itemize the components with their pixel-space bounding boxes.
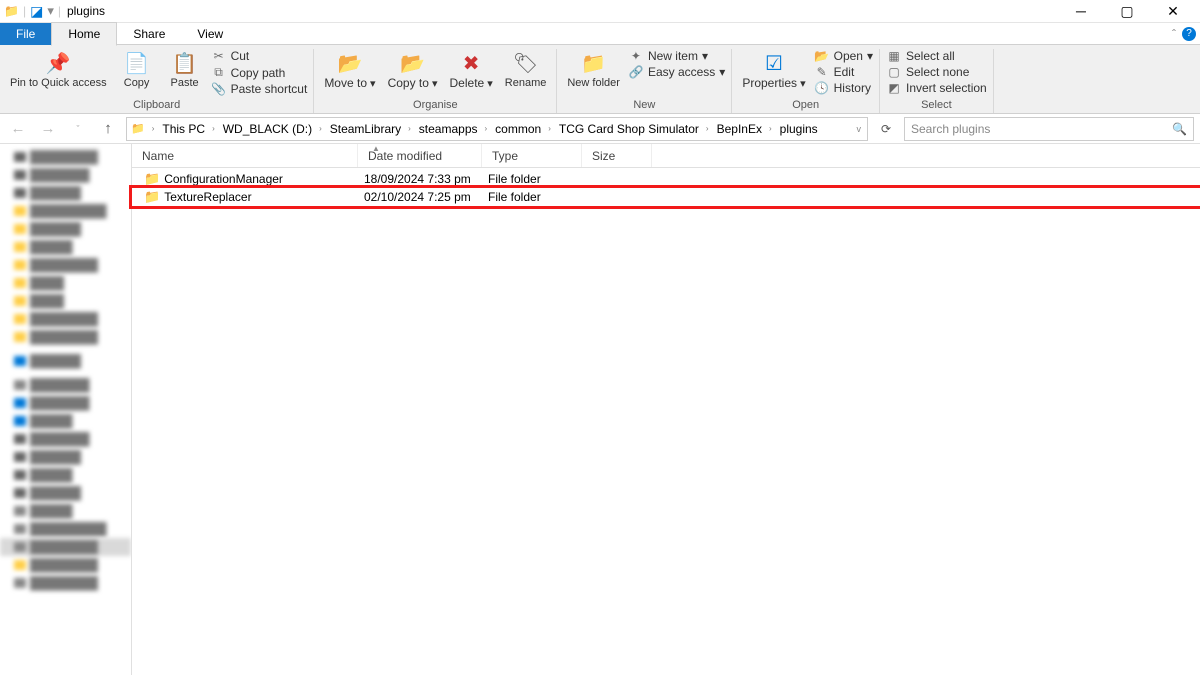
address-bar[interactable]: 📁 › This PC› WD_BLACK (D:)› SteamLibrary… [126, 117, 868, 141]
copyto-icon: 📂 [401, 51, 425, 75]
easy-access-button[interactable]: 🔗Easy access ▾ [628, 65, 725, 79]
tab-view[interactable]: View [181, 23, 239, 45]
new-item-icon: ✦ [628, 49, 644, 63]
move-icon: 📂 [338, 51, 362, 75]
file-name: TextureReplacer [164, 190, 251, 204]
paste-button[interactable]: 📋 Paste [163, 49, 207, 91]
qat-dropdown-icon[interactable]: ▾ [47, 3, 54, 19]
folder-icon: 📁 [144, 189, 160, 205]
invert-selection-button[interactable]: ◩Invert selection [886, 81, 987, 95]
qat-separator: | [23, 4, 26, 18]
open-button[interactable]: 📂Open ▾ [814, 49, 873, 63]
easy-access-icon: 🔗 [628, 65, 644, 79]
qat-toggle[interactable]: ◪ [30, 3, 43, 20]
folder-icon: 📁 [4, 4, 19, 18]
shortcut-icon: 📎 [211, 82, 227, 96]
copy-button[interactable]: 📄 Copy [115, 49, 159, 91]
sort-indicator-icon: ▲ [372, 144, 380, 153]
select-all-icon: ▦ [886, 49, 902, 63]
group-label-new: New [563, 97, 725, 113]
path-icon: ⧉ [211, 65, 227, 80]
history-icon: 🕓 [814, 81, 830, 95]
properties-button[interactable]: ☑Properties ▾ [738, 49, 809, 92]
tab-share[interactable]: Share [117, 23, 181, 45]
addr-dropdown-icon[interactable]: v [857, 124, 866, 134]
maximize-button[interactable]: ▢ [1104, 0, 1150, 22]
group-label-clipboard: Clipboard [6, 97, 307, 113]
column-name[interactable]: Name [132, 144, 358, 167]
crumb-current[interactable]: plugins [778, 122, 820, 136]
crumb[interactable]: TCG Card Shop Simulator› [557, 122, 715, 136]
column-type[interactable]: Type [482, 144, 582, 167]
qat-separator: | [58, 4, 61, 18]
file-type: File folder [482, 190, 582, 204]
pin-quick-access-button[interactable]: 📌 Pin to Quick access [6, 49, 111, 91]
new-folder-button[interactable]: 📁New folder [563, 49, 624, 91]
select-none-button[interactable]: ▢Select none [886, 65, 987, 79]
file-type: File folder [482, 172, 582, 186]
copy-icon: 📄 [125, 51, 149, 75]
properties-icon: ☑ [762, 51, 786, 75]
folder-icon: 📁 [144, 171, 160, 187]
search-icon: 🔍 [1172, 122, 1187, 136]
group-label-organise: Organise [320, 97, 550, 113]
select-all-button[interactable]: ▦Select all [886, 49, 987, 63]
delete-button[interactable]: ✖Delete ▾ [446, 49, 497, 92]
paste-shortcut-button[interactable]: 📎Paste shortcut [211, 82, 308, 96]
minimize-ribbon-icon[interactable]: ˆ [1172, 27, 1176, 41]
column-size[interactable]: Size [582, 144, 652, 167]
navigation-pane[interactable]: ████████ ███████ ██████ █████████ ██████… [0, 144, 132, 675]
cut-button[interactable]: ✂Cut [211, 49, 308, 63]
forward-button[interactable]: → [36, 117, 60, 141]
edit-icon: ✎ [814, 65, 830, 79]
tab-home[interactable]: Home [51, 22, 117, 46]
tab-file[interactable]: File [0, 23, 51, 45]
group-label-select: Select [886, 97, 987, 113]
new-folder-icon: 📁 [582, 51, 606, 75]
window-title: plugins [67, 4, 105, 18]
move-to-button[interactable]: 📂Move to ▾ [320, 49, 379, 92]
crumb[interactable]: common› [493, 122, 557, 136]
table-row[interactable]: 📁 TextureReplacer 02/10/2024 7:25 pmFile f… [132, 188, 1200, 206]
crumb-pc-icon[interactable]: 📁 › [129, 122, 160, 135]
copy-path-button[interactable]: ⧉Copy path [211, 65, 308, 80]
minimize-button[interactable]: ─ [1058, 0, 1104, 22]
group-label-open: Open [738, 97, 873, 113]
table-row[interactable]: 📁 ConfigurationManager 18/09/2024 7:33 pmF… [132, 170, 1200, 188]
scissors-icon: ✂ [211, 49, 227, 63]
file-date: 18/09/2024 7:33 pm [358, 172, 482, 186]
crumb[interactable]: WD_BLACK (D:)› [221, 122, 328, 136]
rename-icon: 🏷 [514, 51, 538, 75]
new-item-button[interactable]: ✦New item ▾ [628, 49, 725, 63]
file-date: 02/10/2024 7:25 pm [358, 190, 482, 204]
up-button[interactable]: ↑ [96, 117, 120, 141]
crumb[interactable]: steamapps› [417, 122, 493, 136]
invert-icon: ◩ [886, 81, 902, 95]
file-name: ConfigurationManager [164, 172, 283, 186]
recent-dropdown[interactable]: ˇ [66, 117, 90, 141]
help-icon[interactable]: ? [1182, 27, 1196, 41]
select-none-icon: ▢ [886, 65, 902, 79]
close-button[interactable]: ✕ [1150, 0, 1196, 22]
open-icon: 📂 [814, 49, 830, 63]
crumb[interactable]: SteamLibrary› [328, 122, 417, 136]
rename-button[interactable]: 🏷Rename [501, 49, 551, 91]
crumb[interactable]: BepInEx› [715, 122, 778, 136]
back-button[interactable]: ← [6, 117, 30, 141]
pin-icon: 📌 [46, 51, 70, 75]
edit-button[interactable]: ✎Edit [814, 65, 873, 79]
delete-icon: ✖ [459, 51, 483, 75]
copy-to-button[interactable]: 📂Copy to ▾ [384, 49, 442, 92]
search-input[interactable]: Search plugins 🔍 [904, 117, 1194, 141]
history-button[interactable]: 🕓History [814, 81, 873, 95]
crumb[interactable]: This PC› [160, 122, 220, 136]
refresh-button[interactable]: ⟳ [874, 117, 898, 141]
paste-icon: 📋 [173, 51, 197, 75]
